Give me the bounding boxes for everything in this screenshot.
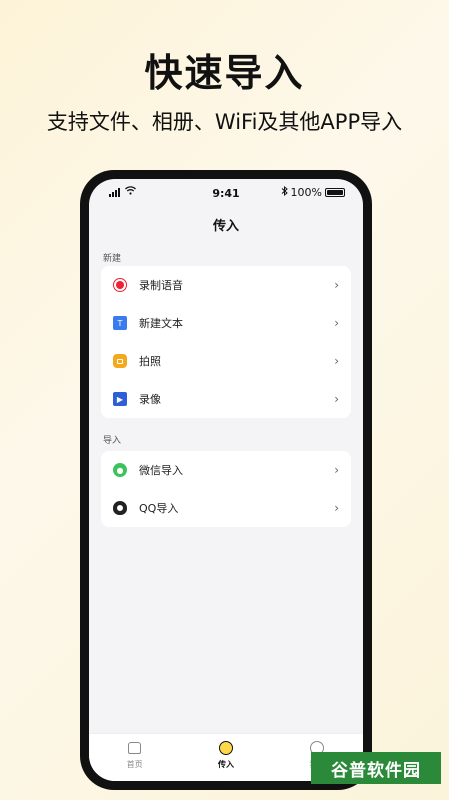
wechat-icon: ● bbox=[113, 463, 127, 477]
chevron-right-icon: › bbox=[334, 316, 339, 330]
page-title: 传入 bbox=[212, 219, 239, 234]
chevron-right-icon: › bbox=[334, 392, 339, 406]
record-icon bbox=[113, 278, 127, 292]
hero-title: 快速导入 bbox=[144, 51, 305, 95]
home-icon bbox=[127, 740, 143, 756]
tab-import[interactable]: 传入 bbox=[180, 734, 271, 781]
watermark-logo: 谷普软件园 bbox=[311, 752, 441, 784]
list-item-label: 拍照 bbox=[139, 355, 161, 368]
tab-label: 传入 bbox=[217, 760, 234, 769]
chevron-right-icon: › bbox=[334, 501, 339, 515]
camera-icon bbox=[113, 354, 127, 368]
battery-icon bbox=[325, 188, 345, 197]
list-item-label: 录制语音 bbox=[139, 279, 183, 292]
status-bar: 9:41 100% bbox=[89, 179, 363, 207]
chevron-right-icon: › bbox=[334, 354, 339, 368]
status-right: 100% bbox=[281, 185, 345, 199]
list-item-label: QQ导入 bbox=[139, 502, 179, 515]
section-label-import: 导入 bbox=[103, 436, 122, 446]
list-item-video[interactable]: ▶ 录像 › bbox=[101, 380, 351, 418]
list-item-record-voice[interactable]: 录制语音 › bbox=[101, 266, 351, 304]
list-item-label: 录像 bbox=[139, 393, 161, 406]
list-item-photo[interactable]: 拍照 › bbox=[101, 342, 351, 380]
list-item-label: 新建文本 bbox=[139, 317, 183, 330]
hero-subtitle: 支持文件、相册、WiFi及其他APP导入 bbox=[46, 110, 403, 134]
import-card: ● 微信导入 › QQ导入 › bbox=[101, 451, 351, 527]
list-item-wechat-import[interactable]: ● 微信导入 › bbox=[101, 451, 351, 489]
chevron-right-icon: › bbox=[334, 463, 339, 477]
new-card: 录制语音 › T 新建文本 › 拍照 › ▶ 录像 › bbox=[101, 266, 351, 418]
qq-icon bbox=[113, 501, 127, 515]
section-label-new: 新建 bbox=[103, 254, 122, 264]
document-icon: T bbox=[113, 316, 127, 330]
import-icon bbox=[218, 740, 234, 756]
phone-frame: 9:41 100% 传入 新建 录制语音 › T 新建文本 › 拍照 › ▶ 录… bbox=[80, 170, 372, 790]
video-icon: ▶ bbox=[113, 392, 127, 406]
tab-label: 首页 bbox=[126, 760, 143, 769]
tab-home[interactable]: 首页 bbox=[89, 734, 180, 781]
list-item-qq-import[interactable]: QQ导入 › bbox=[101, 489, 351, 527]
phone-screen: 9:41 100% 传入 新建 录制语音 › T 新建文本 › 拍照 › ▶ 录… bbox=[89, 179, 363, 781]
chevron-right-icon: › bbox=[334, 278, 339, 292]
bluetooth-icon bbox=[281, 185, 288, 199]
battery-percent: 100% bbox=[290, 186, 322, 199]
list-item-label: 微信导入 bbox=[139, 464, 183, 477]
list-item-new-text[interactable]: T 新建文本 › bbox=[101, 304, 351, 342]
